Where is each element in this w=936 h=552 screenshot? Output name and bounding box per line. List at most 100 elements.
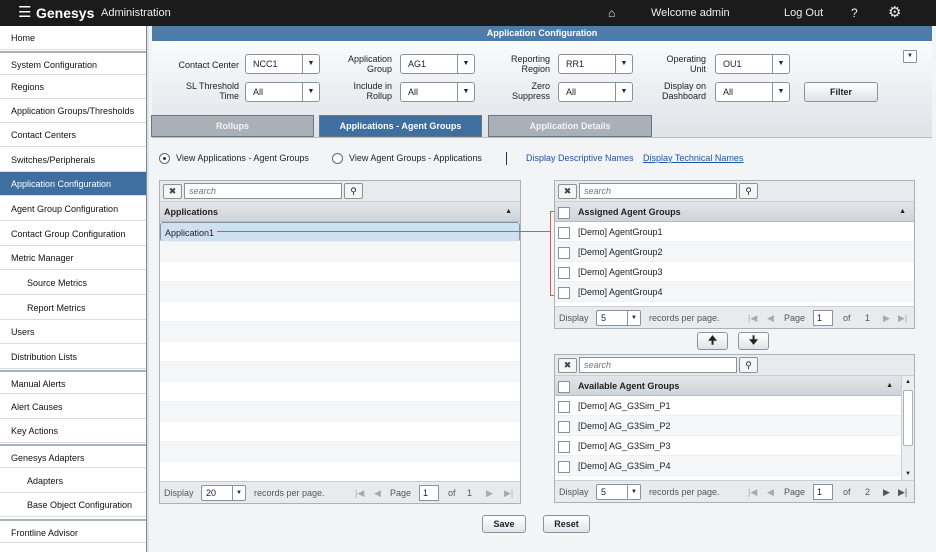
search-icon[interactable]: ⚲ <box>739 183 758 199</box>
sidebar-item-application-configuration[interactable]: Application Configuration <box>0 172 146 196</box>
help-icon[interactable]: ? <box>851 0 858 26</box>
row-checkbox[interactable] <box>558 266 570 279</box>
sidebar-item-switches[interactable]: Switches/Peripherals <box>0 148 146 172</box>
home-icon[interactable]: ⌂ <box>608 0 615 26</box>
tab-rollups[interactable]: Rollups <box>151 115 314 137</box>
sidebar-item-genesys-adapters[interactable]: Genesys Adapters <box>0 444 146 468</box>
sidebar-item-source-metrics[interactable]: Source Metrics <box>0 271 146 295</box>
save-button[interactable]: Save <box>482 515 526 533</box>
move-up-button[interactable]: 🠉 <box>697 332 728 350</box>
sidebar-item-report-metrics[interactable]: Report Metrics <box>0 296 146 320</box>
row-checkbox[interactable] <box>558 400 570 413</box>
available-column-header[interactable]: Available Agent Groups ▲ <box>555 376 901 396</box>
collapse-filters-icon[interactable]: ▼ <box>903 50 917 63</box>
logout-link[interactable]: Log Out <box>784 0 823 26</box>
row-checkbox[interactable] <box>558 286 570 299</box>
sidebar-item-users[interactable]: Users <box>0 320 146 344</box>
reporting-region-select[interactable]: RR1 ▼ <box>558 54 633 74</box>
sidebar-item-frontline-advisor[interactable]: Frontline Advisor <box>0 519 146 543</box>
table-row[interactable]: [Demo] AG_G3Sim_P2 <box>555 416 901 436</box>
display-descriptive-names-link[interactable]: Display Descriptive Names <box>526 153 634 164</box>
sidebar-item-home[interactable]: Home <box>0 26 146 50</box>
next-page-icon[interactable]: ▶ <box>883 481 890 503</box>
operating-unit-select[interactable]: OU1 ▼ <box>715 54 790 74</box>
prev-page-icon[interactable]: ◀ <box>767 307 774 329</box>
row-checkbox[interactable] <box>558 460 570 473</box>
last-page-icon[interactable]: ▶| <box>898 481 907 503</box>
page-number-input[interactable]: 1 <box>419 485 439 501</box>
page-size-select[interactable]: 5 ▼ <box>596 310 641 326</box>
search-icon[interactable]: ⚲ <box>344 183 363 199</box>
applications-column-header[interactable]: Applications ▲ <box>160 202 520 222</box>
table-row[interactable]: [Demo] AgentGroup3 <box>555 262 914 282</box>
zero-suppress-select[interactable]: All ▼ <box>558 82 633 102</box>
next-page-icon[interactable]: ▶ <box>486 482 493 504</box>
last-page-icon[interactable]: ▶| <box>898 307 907 329</box>
vertical-scrollbar[interactable]: ▲ ▼ <box>901 376 914 480</box>
assigned-column-header[interactable]: Assigned Agent Groups ▲ <box>555 202 914 222</box>
first-page-icon[interactable]: |◀ <box>748 307 757 329</box>
table-row[interactable]: [Demo] AG_G3Sim_P3 <box>555 436 901 456</box>
sidebar-item-application-groups[interactable]: Application Groups/Thresholds <box>0 99 146 123</box>
application-group-label: Application Group <box>347 54 392 74</box>
sidebar-item-key-actions[interactable]: Key Actions <box>0 419 146 443</box>
sidebar-item-distribution-lists[interactable]: Distribution Lists <box>0 345 146 369</box>
first-page-icon[interactable]: |◀ <box>355 482 364 504</box>
sidebar-item-agent-group-configuration[interactable]: Agent Group Configuration <box>0 197 146 221</box>
reset-button[interactable]: Reset <box>543 515 590 533</box>
page-number-input[interactable]: 1 <box>813 484 833 500</box>
sidebar-item-regions[interactable]: Regions <box>0 75 146 99</box>
gear-icon[interactable]: ⚙ <box>888 0 901 26</box>
table-row[interactable]: Application1 <box>160 222 520 242</box>
display-technical-names-link[interactable]: Display Technical Names <box>643 153 743 164</box>
available-search-input[interactable] <box>579 357 737 373</box>
last-page-icon[interactable]: ▶| <box>504 482 513 504</box>
prev-page-icon[interactable]: ◀ <box>767 481 774 503</box>
filter-button[interactable]: Filter <box>804 82 878 102</box>
sidebar-item-adapters[interactable]: Adapters <box>0 469 146 493</box>
tab-applications-agent-groups[interactable]: Applications - Agent Groups <box>319 115 482 137</box>
table-row[interactable]: [Demo] AgentGroup4 <box>555 282 914 302</box>
scroll-up-icon[interactable]: ▲ <box>902 376 914 388</box>
first-page-icon[interactable]: |◀ <box>748 481 757 503</box>
sl-threshold-time-select[interactable]: All ▼ <box>245 82 320 102</box>
display-on-dashboard-select[interactable]: All ▼ <box>715 82 790 102</box>
row-checkbox[interactable] <box>558 440 570 453</box>
scroll-down-icon[interactable]: ▼ <box>902 468 914 480</box>
application-group-select[interactable]: AG1 ▼ <box>400 54 475 74</box>
radio-view-agent-groups-applications[interactable]: View Agent Groups - Applications <box>332 153 482 165</box>
include-in-rollup-select[interactable]: All ▼ <box>400 82 475 102</box>
page-size-select[interactable]: 5 ▼ <box>596 484 641 500</box>
prev-page-icon[interactable]: ◀ <box>374 482 381 504</box>
assigned-search-input[interactable] <box>579 183 737 199</box>
table-row[interactable]: [Demo] AG_G3Sim_P4 <box>555 456 901 476</box>
sidebar-item-base-object-configuration[interactable]: Base Object Configuration <box>0 493 146 517</box>
select-all-checkbox[interactable] <box>558 206 570 219</box>
sidebar-item-metric-manager[interactable]: Metric Manager <box>0 246 146 270</box>
row-checkbox[interactable] <box>558 226 570 239</box>
row-checkbox[interactable] <box>558 420 570 433</box>
applications-search-input[interactable] <box>184 183 342 199</box>
tab-application-details[interactable]: Application Details <box>488 115 652 137</box>
table-row[interactable]: [Demo] AgentGroup2 <box>555 242 914 262</box>
clear-search-icon[interactable]: ✖ <box>163 184 182 199</box>
sidebar-item-manual-alerts[interactable]: Manual Alerts <box>0 370 146 394</box>
sidebar-item-system-configuration[interactable]: System Configuration <box>0 51 146 75</box>
table-row[interactable]: [Demo] AG_G3Sim_P1 <box>555 396 901 416</box>
table-row[interactable]: [Demo] AgentGroup1 <box>555 222 914 242</box>
search-icon[interactable]: ⚲ <box>739 357 758 373</box>
scrollbar-thumb[interactable] <box>903 390 913 446</box>
clear-search-icon[interactable]: ✖ <box>558 184 577 199</box>
radio-view-applications-agent-groups[interactable]: View Applications - Agent Groups <box>159 153 309 165</box>
sidebar-item-contact-group-configuration[interactable]: Contact Group Configuration <box>0 222 146 246</box>
sidebar-item-contact-centers[interactable]: Contact Centers <box>0 123 146 147</box>
select-all-checkbox[interactable] <box>558 380 570 393</box>
move-down-button[interactable]: 🠋 <box>738 332 769 350</box>
page-number-input[interactable]: 1 <box>813 310 833 326</box>
row-checkbox[interactable] <box>558 246 570 259</box>
clear-search-icon[interactable]: ✖ <box>558 358 577 373</box>
contact-center-select[interactable]: NCC1 ▼ <box>245 54 320 74</box>
sidebar-item-alert-causes[interactable]: Alert Causes <box>0 395 146 419</box>
next-page-icon[interactable]: ▶ <box>883 307 890 329</box>
page-size-select[interactable]: 20 ▼ <box>201 485 246 501</box>
